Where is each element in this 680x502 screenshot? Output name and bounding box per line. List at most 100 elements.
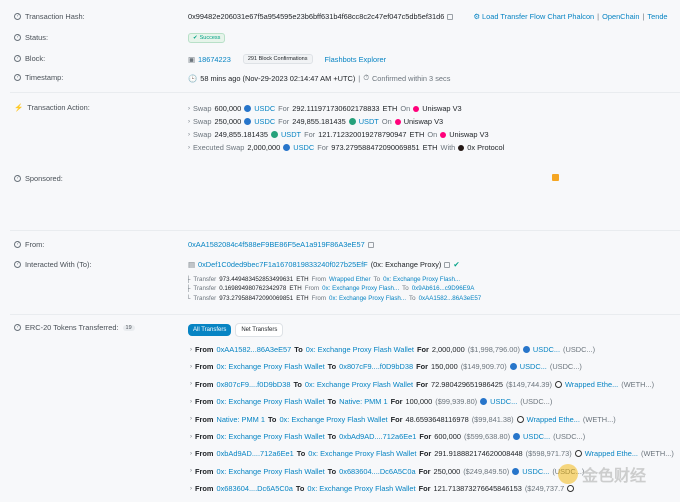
erc20-token-symbol: (USDC...) xyxy=(553,432,586,441)
erc20-to-link[interactable]: 0x: Exchange Proxy Flash Wallet xyxy=(306,345,414,354)
transfer-from-link[interactable]: 0x: Exchange Proxy Flash... xyxy=(329,295,406,302)
help-icon[interactable]: ? xyxy=(14,324,21,331)
erc20-from-link[interactable]: 0xAA1582...86A3eE57 xyxy=(216,345,291,354)
erc20-to-link[interactable]: 0x: Exchange Proxy Flash Wallet xyxy=(308,449,416,458)
block-number-link[interactable]: 18674223 xyxy=(198,55,231,64)
uniswap-icon xyxy=(413,105,420,112)
erc20-token-link[interactable]: Wrapped Ethe... xyxy=(565,380,618,389)
erc20-usd-value: ($149,909.70) xyxy=(460,362,507,372)
erc20-from-link[interactable]: 0x: Exchange Proxy Flash Wallet xyxy=(216,432,324,441)
help-icon[interactable]: ? xyxy=(14,74,21,81)
check-icon: ✔ xyxy=(193,35,198,41)
copy-icon[interactable] xyxy=(447,13,454,20)
erc20-token-link[interactable]: USDC... xyxy=(490,397,517,406)
to-word: To xyxy=(327,432,337,441)
erc20-token-link[interactable]: Wrapped Ethe... xyxy=(585,449,638,458)
tree-branch-icon: └ xyxy=(186,295,191,302)
erc20-from-link[interactable]: Native: PMM 1 xyxy=(216,415,264,424)
confirmations-badge: 291 Block Confirmations xyxy=(242,54,313,64)
interacted-label: ? Interacted With (To): xyxy=(14,260,92,269)
from-word: From xyxy=(195,432,214,441)
for-word: For xyxy=(418,484,431,494)
tenderly-link[interactable]: Tende xyxy=(647,12,667,21)
action-verb: Swap xyxy=(193,130,212,139)
erc20-token-link[interactable]: USDC... xyxy=(533,345,560,354)
help-icon[interactable]: ? xyxy=(14,175,21,182)
interacted-address-link[interactable]: 0xDef1C0ded9bec7F1a1670819833240f027b25E… xyxy=(198,260,368,269)
erc20-token-symbol: (USDC...) xyxy=(563,345,596,354)
cube-icon: ▣ xyxy=(188,54,195,64)
erc20-usd-value: ($149,744.39) xyxy=(505,379,552,389)
erc20-to-link[interactable]: 0x: Exchange Proxy Flash Wallet xyxy=(307,484,415,493)
erc20-to-link[interactable]: 0x807cF9....f0D9bD38 xyxy=(339,362,413,371)
erc20-amount: 48.6593648116978 xyxy=(405,414,469,424)
erc20-transfer-content: › From 0x: Exchange Proxy Flash Wallet To Na… xyxy=(190,397,552,406)
erc20-transfer-content: › From 0x: Exchange Proxy Flash Wallet To 0x… xyxy=(190,467,584,476)
help-icon[interactable]: ? xyxy=(14,13,21,20)
transfer-from-word: From xyxy=(304,285,320,292)
erc20-from-link[interactable]: 0x: Exchange Proxy Flash Wallet xyxy=(216,362,324,371)
from-address-link[interactable]: 0xAA1582084c4f588eF9BE86F5eA1a919F86A3eE… xyxy=(188,240,365,249)
erc20-amount: 100,000 xyxy=(405,397,433,407)
from-word: From xyxy=(195,379,214,389)
action-token-link[interactable]: USDC xyxy=(254,117,275,126)
action-on: On xyxy=(400,104,411,113)
erc20-amount: 600,000 xyxy=(434,432,462,441)
for-word: For xyxy=(416,379,428,389)
action-for: For xyxy=(278,117,290,126)
transfer-from-link[interactable]: Wrapped Ether xyxy=(329,276,371,283)
copy-icon[interactable] xyxy=(367,241,374,248)
action-token-link[interactable]: USDT xyxy=(281,130,301,139)
action-out-amount: 121.712320019278790947 xyxy=(318,130,407,139)
flashbots-explorer-link[interactable]: Flashbots Explorer xyxy=(325,55,387,64)
erc20-to-link[interactable]: 0x683604....Dc6A5C0a xyxy=(339,467,415,476)
erc20-token-link[interactable]: USDC... xyxy=(523,432,550,441)
action-dex: 0x Protocol xyxy=(467,143,505,152)
transfer-to-link[interactable]: 0xAA1582...86A3eE57 xyxy=(419,295,482,302)
tab-net-transfers[interactable]: Net Transfers xyxy=(235,323,284,337)
for-word: For xyxy=(416,362,428,372)
usdc-token-icon xyxy=(512,467,520,475)
erc20-transfer-content: › From 0x683604....Dc6A5C0a To 0x: Exchange … xyxy=(190,484,575,494)
erc20-to-link[interactable]: Native: PMM 1 xyxy=(339,397,387,406)
erc20-from-link[interactable]: 0x: Exchange Proxy Flash Wallet xyxy=(216,397,324,406)
copy-icon[interactable] xyxy=(444,261,451,268)
erc20-to-link[interactable]: 0xbAd9AD....712a6Ee1 xyxy=(339,432,416,441)
erc20-from-link[interactable]: 0x683604....Dc6A5C0a xyxy=(216,484,292,493)
openchain-link[interactable]: OpenChain xyxy=(602,12,639,21)
help-icon[interactable]: ? xyxy=(14,241,21,248)
sponsored-label: ? Sponsored: xyxy=(14,174,63,183)
erc20-token-link[interactable]: Wrapped Ethe... xyxy=(527,415,580,424)
phalcon-link[interactable]: ⚙ Load Transfer Flow Chart Phalcon xyxy=(473,12,594,21)
action-on: With xyxy=(440,143,456,152)
erc20-token-link[interactable]: USDC... xyxy=(522,467,549,476)
hash-label: ? Transaction Hash: xyxy=(14,12,85,21)
help-icon[interactable]: ? xyxy=(14,261,21,268)
sponsor-image-icon[interactable] xyxy=(552,174,559,181)
help-icon[interactable]: ? xyxy=(14,34,21,41)
transfer-to-link[interactable]: 0x: Exchange Proxy Flash... xyxy=(383,276,460,283)
action-token-link[interactable]: USDC xyxy=(254,104,275,113)
transfer-amount: 973.279588472090069851 xyxy=(219,295,294,302)
erc20-to-link[interactable]: 0x: Exchange Proxy Flash Wallet xyxy=(279,415,387,424)
help-icon[interactable]: ? xyxy=(14,55,21,62)
action-amount: 250,000 xyxy=(214,117,242,126)
erc20-amount: 150,000 xyxy=(431,362,458,372)
erc20-from-link[interactable]: 0x807cF9....f0D9bD38 xyxy=(216,380,290,389)
erc20-token-symbol: (WETH...) xyxy=(582,414,616,424)
tab-all-transfers[interactable]: All Transfers xyxy=(188,324,232,336)
transfer-to-link[interactable]: 0x9Ab616...c9D96E9A xyxy=(412,285,475,292)
erc20-from-link[interactable]: 0xbAd9AD....712a6Ee1 xyxy=(216,449,293,458)
watermark-logo-icon xyxy=(558,464,578,484)
erc20-token-link[interactable]: USDC... xyxy=(520,362,547,371)
erc20-to-link[interactable]: 0x: Exchange Proxy Flash Wallet xyxy=(305,380,413,389)
arrow-icon: › xyxy=(190,346,192,353)
erc20-from-link[interactable]: 0x: Exchange Proxy Flash Wallet xyxy=(216,467,324,476)
transfer-from-link[interactable]: 0x: Exchange Proxy Flash... xyxy=(322,285,399,292)
action-token-link[interactable]: USDC xyxy=(293,143,314,152)
action-out-token[interactable]: USDT xyxy=(359,117,379,126)
erc20-transfer-content: › From Native: PMM 1 To 0x: Exchange Proxy F… xyxy=(190,415,616,424)
transfer-unit: ETH xyxy=(296,276,309,283)
action-content: › Swap 250,000 USDC For 249,855.181435 USDT On U… xyxy=(188,117,443,126)
arrow-icon: › xyxy=(190,485,192,492)
